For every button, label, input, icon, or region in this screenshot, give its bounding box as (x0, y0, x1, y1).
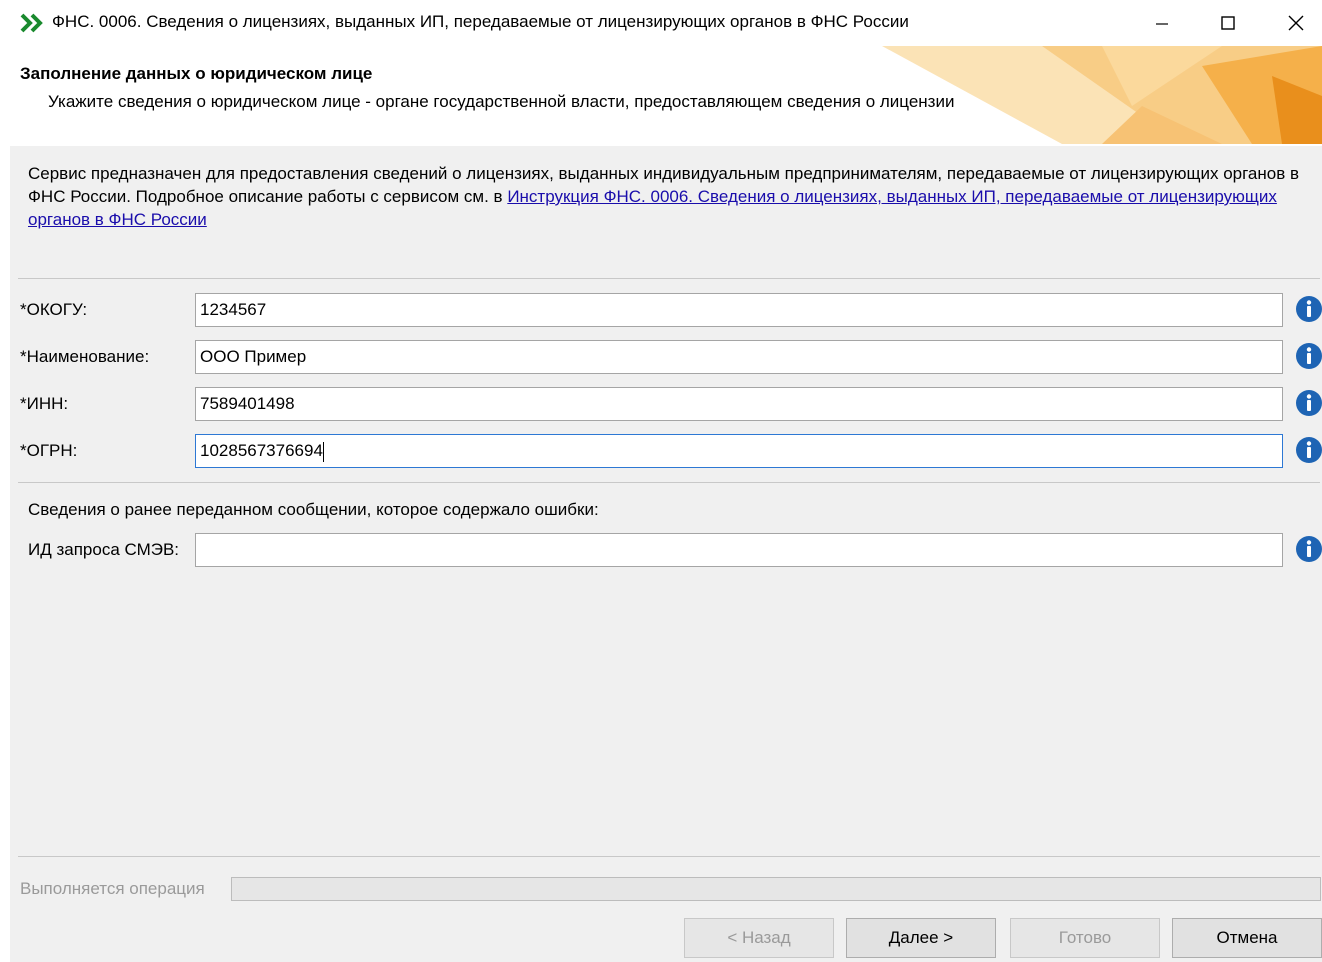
separator (18, 278, 1320, 279)
smev-request-id-input[interactable] (195, 533, 1283, 567)
progress-label: Выполняется операция (20, 879, 205, 898)
title-bar: ФНС. 0006. Сведения о лицензиях, выданны… (0, 0, 1322, 46)
minimize-icon (1156, 23, 1168, 25)
next-button[interactable]: Далее > (846, 918, 996, 958)
name-label: *Наименование: (20, 347, 150, 366)
name-input[interactable]: ООО Пример (195, 340, 1283, 374)
ogrn-row: *ОГРН: 1028567376694 (10, 434, 1322, 470)
info-icon[interactable] (1295, 535, 1322, 563)
header-title: Заполнение данных о юридическом лице (20, 64, 373, 83)
ogrn-value: 1028567376694 (200, 441, 323, 460)
inn-label: *ИНН: (20, 394, 69, 413)
smev-label: ИД запроса СМЭВ: (28, 540, 180, 559)
wizard-header: Заполнение данных о юридическом лице Ука… (0, 46, 1322, 144)
minimize-button[interactable] (1132, 0, 1192, 46)
separator (18, 856, 1320, 857)
intro-text: Сервис предназначен для предоставления с… (28, 162, 1308, 231)
done-button[interactable]: Готово (1010, 918, 1160, 958)
separator (18, 482, 1320, 483)
back-button[interactable]: < Назад (684, 918, 834, 958)
smev-row: ИД запроса СМЭВ: (10, 533, 1322, 569)
okogu-row: *ОКОГУ: 1234567 (10, 293, 1322, 329)
inn-input[interactable]: 7589401498 (195, 387, 1283, 421)
name-row: *Наименование: ООО Пример (10, 340, 1322, 376)
info-icon[interactable] (1295, 295, 1322, 323)
info-icon[interactable] (1295, 436, 1322, 464)
double-chevron-icon (20, 13, 43, 33)
close-button[interactable] (1266, 0, 1322, 46)
maximize-icon (1221, 16, 1235, 30)
wizard-content: Сервис предназначен для предоставления с… (10, 146, 1322, 962)
cancel-button[interactable]: Отмена (1172, 918, 1322, 958)
ogrn-label: *ОГРН: (20, 441, 78, 460)
text-caret (322, 441, 324, 462)
close-icon (1288, 15, 1304, 31)
previous-message-heading: Сведения о ранее переданном сообщении, к… (28, 500, 599, 519)
okogu-input[interactable]: 1234567 (195, 293, 1283, 327)
maximize-button[interactable] (1198, 0, 1258, 46)
info-icon[interactable] (1295, 389, 1322, 417)
header-subtitle: Укажите сведения о юридическом лице - ор… (48, 92, 955, 111)
window-title: ФНС. 0006. Сведения о лицензиях, выданны… (52, 12, 909, 31)
okogu-label: *ОКОГУ: (20, 300, 88, 319)
progress-bar (231, 877, 1321, 901)
info-icon[interactable] (1295, 342, 1322, 370)
ogrn-input[interactable]: 1028567376694 (195, 434, 1283, 468)
inn-row: *ИНН: 7589401498 (10, 387, 1322, 423)
